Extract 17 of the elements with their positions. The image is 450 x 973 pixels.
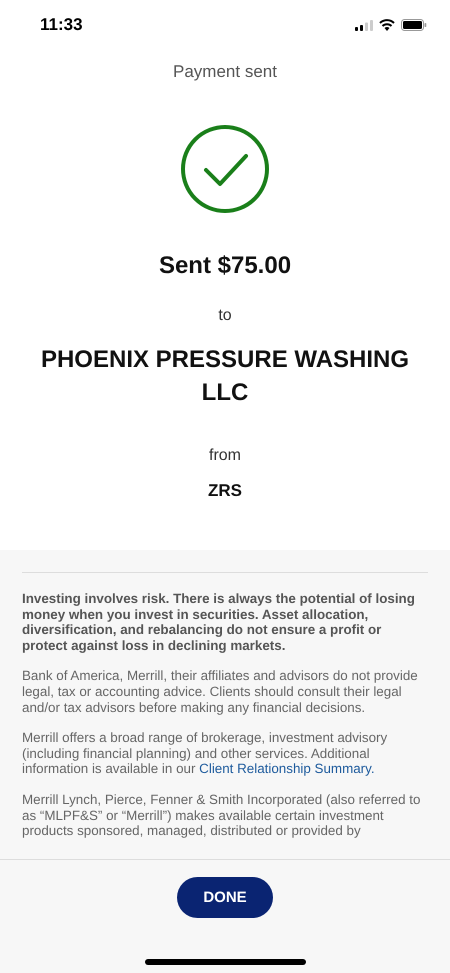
done-button[interactable]: DONE [177, 877, 273, 918]
checkmark-circle-icon [180, 124, 270, 214]
to-label: to [218, 307, 232, 325]
signal-icon [355, 20, 373, 30]
wifi-icon [379, 19, 395, 31]
account-name: ZRS [208, 481, 242, 501]
client-relationship-link[interactable]: Client Relationship Summary. [199, 761, 375, 776]
amount-sent: Sent $75.00 [158, 252, 292, 280]
battery-icon [401, 19, 427, 31]
screen-title: Payment sent [173, 62, 277, 82]
disclaimer-paragraph: Investing involves risk. There is always the potential of losing money when you invest in securities. Asset allocation, diversification, and rebalancing do not ensure a profit or protect against loss in declining markets. [22, 591, 416, 654]
disclaimer-paragraph: Merrill offers a broad range of brokerage, investment advisory (including financial planning) and other services. Additional information is available in our Client Relationship Summary. [22, 730, 388, 777]
disclaimer-paragraph: Merrill Lynch, Pierce, Fenner & Smith Incorporated (also referred to as “MLPF&S” or “Merrill”) makes available certain investment products sponsored, managed, distributed or provided by [22, 792, 422, 839]
disclaimer-paragraph: Bank of America, Merrill, their affiliates and advisors do not provide legal, tax or accounting advice. Clients should consult their legal and/or tax advisors before making any financial decisions. [22, 668, 419, 716]
status-time: 11:33 [40, 15, 83, 35]
from-label: from [209, 447, 241, 465]
payee-name: PHOENIX PRESSURE WASHING LLC [40, 345, 410, 408]
